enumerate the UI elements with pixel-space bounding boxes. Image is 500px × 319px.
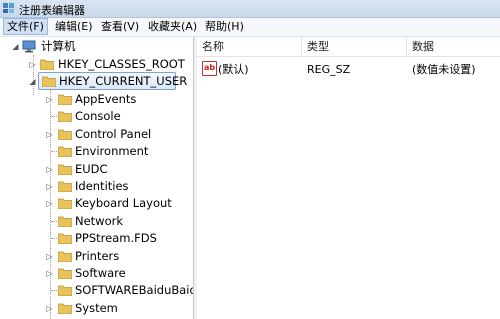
folder-icon xyxy=(58,233,72,245)
value-type: REG_SZ xyxy=(307,63,351,76)
menu-help[interactable]: 帮助(H) xyxy=(202,19,247,34)
folder-icon xyxy=(40,59,54,70)
expand-triangle-icon[interactable]: ▷ xyxy=(45,161,54,178)
tree-node-softwarebaidubaidu[interactable]: SOFTWAREBaiduBaidu xyxy=(0,282,193,299)
folder-icon xyxy=(58,303,72,314)
tree-node-printers[interactable]: ▷ Printers xyxy=(0,248,193,265)
tree-label: System xyxy=(75,300,118,315)
tree-label: Identities xyxy=(75,179,129,193)
menu-bar: 文件(F) 编辑(E) 查看(V) 收藏夹(A) 帮助(H) xyxy=(0,18,500,37)
expand-triangle-icon[interactable]: ▷ xyxy=(45,195,54,212)
registry-tree[interactable]: ◢ 计算机 ▷ HKEY_CLASSES_ROOT ◢ HKEY_CURRENT… xyxy=(0,37,194,319)
folder-icon xyxy=(58,164,72,175)
tree-label: AppEvents xyxy=(75,92,137,106)
tree-node-console[interactable]: Console xyxy=(0,108,193,125)
value-name: (默认) xyxy=(218,63,249,76)
window-title: 注册表编辑器 xyxy=(19,4,85,17)
tree-node-keyboard-layout[interactable]: ▷ Keyboard Layout xyxy=(0,195,193,212)
value-data: (数值未设置) xyxy=(412,63,476,76)
tree-node-hkey-current-user[interactable]: ◢ HKEY_CURRENT_USER xyxy=(0,73,193,90)
tree-label: PPStream.FDS xyxy=(75,231,157,246)
tree-label-computer: 计算机 xyxy=(41,39,76,53)
title-bar: 注册表编辑器 xyxy=(0,0,500,18)
folder-icon xyxy=(58,111,72,123)
folder-icon xyxy=(58,94,72,105)
tree-node-environment[interactable]: Environment xyxy=(0,143,193,160)
tree-label: Console xyxy=(75,109,121,124)
expand-triangle-icon[interactable]: ▷ xyxy=(45,91,54,108)
menu-view[interactable]: 查看(V) xyxy=(98,19,142,34)
tree-label: Environment xyxy=(75,144,149,159)
collapse-triangle-icon[interactable]: ◢ xyxy=(28,73,37,90)
tree-node-computer[interactable]: ◢ 计算机 xyxy=(0,38,193,55)
tree-label-hkey-classes-root: HKEY_CLASSES_ROOT xyxy=(58,57,185,71)
folder-icon xyxy=(58,129,72,140)
tree-node-system[interactable]: ▷ System xyxy=(0,300,193,317)
column-header-type[interactable]: 类型 xyxy=(302,37,407,56)
expand-triangle-icon[interactable]: ▷ xyxy=(45,126,54,143)
folder-icon xyxy=(58,181,72,192)
tree-label: Printers xyxy=(75,248,120,263)
folder-icon xyxy=(58,146,72,158)
tree-node-ppstream-fds[interactable]: PPStream.FDS xyxy=(0,230,193,247)
menu-file[interactable]: 文件(F) xyxy=(3,18,48,35)
menu-favorites[interactable]: 收藏夹(A) xyxy=(145,19,200,34)
tree-label: EUDC xyxy=(75,161,108,176)
tree-label: Network xyxy=(75,213,124,228)
tree-label: Control Panel xyxy=(75,126,152,141)
expand-triangle-icon[interactable]: ▷ xyxy=(45,178,54,195)
tree-node-hkey-classes-root[interactable]: ▷ HKEY_CLASSES_ROOT xyxy=(0,56,193,73)
tree-node-software[interactable]: ▷ Software xyxy=(0,265,193,282)
folder-icon xyxy=(58,251,72,262)
tree-label: Keyboard Layout xyxy=(75,196,172,211)
folder-icon xyxy=(58,285,72,297)
tree-node-control-panel[interactable]: ▷ Control Panel xyxy=(0,126,193,143)
folder-open-icon xyxy=(42,76,56,87)
expand-triangle-icon[interactable]: ▷ xyxy=(45,300,54,317)
header-divider xyxy=(197,56,500,57)
registry-app-icon xyxy=(3,2,15,14)
tree-node-appevents[interactable]: ▷ AppEvents xyxy=(0,91,193,108)
expand-triangle-icon[interactable]: ▷ xyxy=(45,248,54,265)
column-header-name[interactable]: 名称 xyxy=(197,37,302,56)
tree-label: SOFTWAREBaiduBaidu xyxy=(75,283,194,298)
tree-label-hkey-current-user: HKEY_CURRENT_USER xyxy=(59,74,188,88)
tree-node-eudc[interactable]: ▷ EUDC xyxy=(0,161,193,178)
collapse-triangle-icon[interactable]: ◢ xyxy=(11,38,20,55)
values-list[interactable]: 名称 类型 数据 ab (默认) REG_SZ (数值未设置) xyxy=(197,37,500,319)
computer-icon xyxy=(22,40,36,53)
expand-triangle-icon[interactable]: ▷ xyxy=(28,56,37,73)
folder-icon xyxy=(58,268,72,279)
column-header-data[interactable]: 数据 xyxy=(407,37,500,56)
expand-triangle-icon[interactable]: ▷ xyxy=(45,265,54,282)
menu-edit[interactable]: 编辑(E) xyxy=(52,19,96,34)
string-value-icon: ab xyxy=(202,61,217,76)
folder-icon xyxy=(58,216,72,227)
tree-label: Software xyxy=(75,266,126,280)
folder-icon xyxy=(58,198,72,210)
tree-node-identities[interactable]: ▷ Identities xyxy=(0,178,193,195)
tree-node-network[interactable]: Network xyxy=(0,213,193,230)
